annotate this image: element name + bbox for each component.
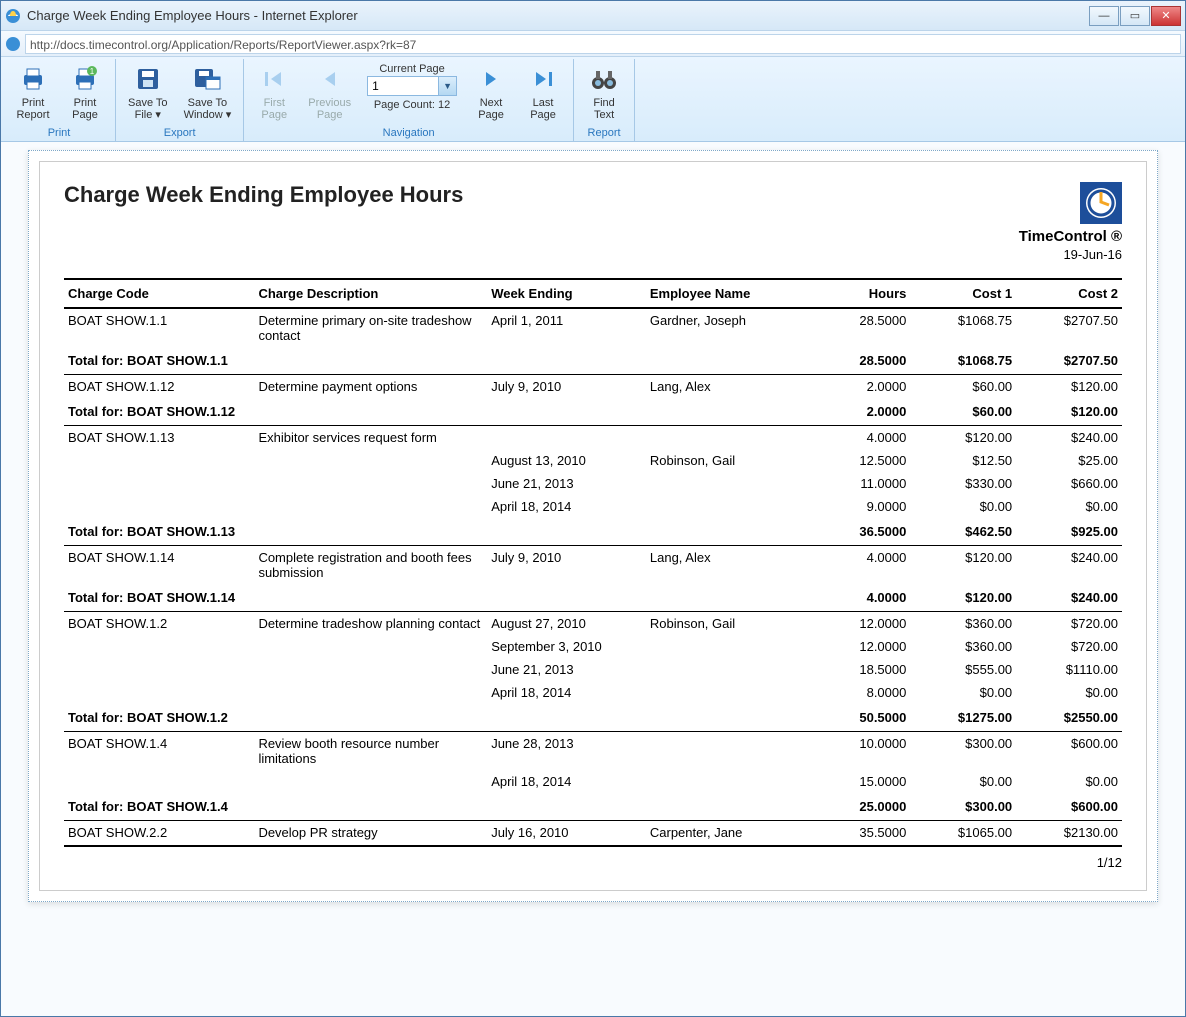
window-frame: Charge Week Ending Employee Hours - Inte… bbox=[0, 0, 1186, 1017]
save-to-window-button[interactable]: Save To Window ▾ bbox=[178, 59, 238, 125]
maximize-button[interactable]: ▭ bbox=[1120, 6, 1150, 26]
table-row: BOAT SHOW.1.2Determine tradeshow plannin… bbox=[64, 612, 1122, 636]
current-page-field[interactable]: ▼ bbox=[367, 76, 457, 96]
page-count-label: Page Count: 12 bbox=[374, 99, 450, 111]
previous-page-button[interactable]: Previous Page bbox=[302, 59, 357, 125]
timecontrol-logo-icon bbox=[1080, 182, 1122, 224]
report-page: Charge Week Ending Employee Hours TimeCo… bbox=[39, 161, 1147, 891]
current-page-label: Current Page bbox=[379, 63, 444, 75]
table-row: BOAT SHOW.1.12Determine payment optionsJ… bbox=[64, 375, 1122, 399]
floppy-window-icon bbox=[191, 63, 223, 95]
col-week-ending: Week Ending bbox=[487, 279, 646, 308]
save-to-file-button[interactable]: Save To File ▾ bbox=[122, 59, 174, 125]
total-row: Total for: BOAT SHOW.1.122.0000$60.00$12… bbox=[64, 398, 1122, 426]
table-row: BOAT SHOW.1.14Complete registration and … bbox=[64, 546, 1122, 585]
table-row: April 18, 20149.0000$0.00$0.00 bbox=[64, 495, 1122, 518]
page-container: Charge Week Ending Employee Hours TimeCo… bbox=[28, 150, 1158, 902]
total-row: Total for: BOAT SHOW.1.425.0000$300.00$6… bbox=[64, 793, 1122, 821]
table-row: BOAT SHOW.1.1Determine primary on-site t… bbox=[64, 308, 1122, 347]
report-date: 19-Jun-16 bbox=[1019, 247, 1122, 262]
first-page-button[interactable]: First Page bbox=[250, 59, 298, 125]
toolbar-group-export: Save To File ▾ Save To Window ▾ Export bbox=[116, 59, 244, 141]
table-row: August 13, 2010Robinson, Gail12.5000$12.… bbox=[64, 449, 1122, 472]
page-number: 1/12 bbox=[64, 855, 1122, 870]
last-page-icon bbox=[527, 63, 559, 95]
col-hours: Hours bbox=[805, 279, 911, 308]
col-cost1: Cost 1 bbox=[910, 279, 1016, 308]
group-label-report: Report bbox=[588, 127, 621, 139]
next-page-icon bbox=[475, 63, 507, 95]
toolbar-group-navigation: First Page Previous Page Current Page ▼ … bbox=[244, 59, 574, 141]
toolbar-group-report: Find Text Report bbox=[574, 59, 635, 141]
previous-page-icon bbox=[314, 63, 346, 95]
current-page-control: Current Page ▼ Page Count: 12 bbox=[361, 59, 463, 111]
table-row: BOAT SHOW.1.4Review booth resource numbe… bbox=[64, 732, 1122, 771]
report-table: Charge Code Charge Description Week Endi… bbox=[64, 278, 1122, 847]
window-title: Charge Week Ending Employee Hours - Inte… bbox=[27, 8, 1089, 23]
total-row: Total for: BOAT SHOW.1.144.0000$120.00$2… bbox=[64, 584, 1122, 612]
page-dropdown-icon[interactable]: ▼ bbox=[438, 77, 456, 95]
table-row: BOAT SHOW.1.13Exhibitor services request… bbox=[64, 426, 1122, 450]
minimize-button[interactable]: — bbox=[1089, 6, 1119, 26]
print-report-button[interactable]: Print Report bbox=[9, 59, 57, 125]
group-label-export: Export bbox=[164, 127, 196, 139]
col-charge-description: Charge Description bbox=[254, 279, 487, 308]
print-page-button[interactable]: 1 Print Page bbox=[61, 59, 109, 125]
table-row: April 18, 20148.0000$0.00$0.00 bbox=[64, 681, 1122, 704]
col-charge-code: Charge Code bbox=[64, 279, 254, 308]
table-row: September 3, 201012.0000$360.00$720.00 bbox=[64, 635, 1122, 658]
total-row: Total for: BOAT SHOW.1.128.5000$1068.75$… bbox=[64, 347, 1122, 375]
ie-favicon-small bbox=[5, 36, 21, 52]
close-button[interactable]: ✕ bbox=[1151, 6, 1181, 26]
url-field[interactable]: http://docs.timecontrol.org/Application/… bbox=[25, 34, 1181, 54]
report-toolbar: Print Report 1 Print Page Print Save To bbox=[1, 57, 1185, 142]
svg-text:1: 1 bbox=[90, 67, 95, 76]
table-row: BOAT SHOW.2.2Develop PR strategyJuly 16,… bbox=[64, 821, 1122, 845]
brand-label: TimeControl ® bbox=[1019, 228, 1122, 245]
group-label-navigation: Navigation bbox=[383, 127, 435, 139]
report-viewer[interactable]: Charge Week Ending Employee Hours TimeCo… bbox=[1, 142, 1185, 1016]
toolbar-group-print: Print Report 1 Print Page Print bbox=[3, 59, 116, 141]
first-page-icon bbox=[258, 63, 290, 95]
floppy-icon bbox=[132, 63, 164, 95]
printer-icon bbox=[17, 63, 49, 95]
report-title: Charge Week Ending Employee Hours bbox=[64, 182, 463, 208]
current-page-input[interactable] bbox=[368, 78, 438, 94]
binoculars-icon bbox=[588, 63, 620, 95]
next-page-button[interactable]: Next Page bbox=[467, 59, 515, 125]
address-bar: http://docs.timecontrol.org/Application/… bbox=[1, 31, 1185, 57]
total-row: Total for: BOAT SHOW.1.1336.5000$462.50$… bbox=[64, 518, 1122, 546]
group-label-print: Print bbox=[48, 127, 71, 139]
total-row: Total for: BOAT SHOW.1.250.5000$1275.00$… bbox=[64, 704, 1122, 732]
table-row: April 18, 201415.0000$0.00$0.00 bbox=[64, 770, 1122, 793]
col-cost2: Cost 2 bbox=[1016, 279, 1122, 308]
printer-one-icon: 1 bbox=[69, 63, 101, 95]
table-row: June 21, 201318.5000$555.00$1110.00 bbox=[64, 658, 1122, 681]
window-titlebar: Charge Week Ending Employee Hours - Inte… bbox=[1, 1, 1185, 31]
table-row: June 21, 201311.0000$330.00$660.00 bbox=[64, 472, 1122, 495]
col-employee-name: Employee Name bbox=[646, 279, 805, 308]
last-page-button[interactable]: Last Page bbox=[519, 59, 567, 125]
ie-favicon bbox=[5, 8, 21, 24]
find-text-button[interactable]: Find Text bbox=[580, 59, 628, 125]
